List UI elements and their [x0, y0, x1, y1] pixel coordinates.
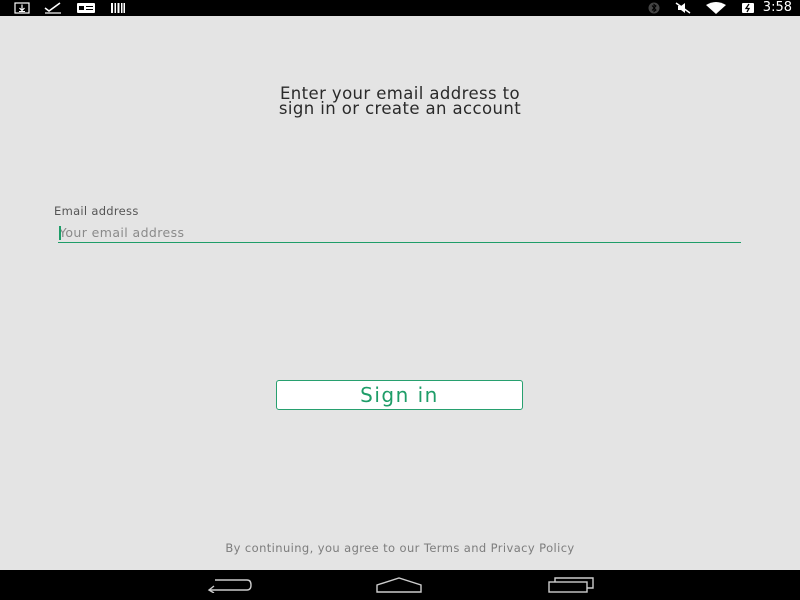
- heading-line-2: sign in or create an account: [278, 99, 522, 118]
- sign-in-screen: 3:58 Enter your email address to sign in…: [0, 0, 800, 600]
- download-icon: [14, 2, 30, 14]
- recents-button[interactable]: [546, 575, 596, 595]
- email-label: Email address: [54, 204, 139, 218]
- home-icon: [376, 577, 422, 593]
- bluetooth-icon: [648, 2, 660, 14]
- status-left-icons: [14, 0, 140, 16]
- terms-privacy-text: By continuing, you agree to our Terms an…: [225, 541, 575, 555]
- email-field[interactable]: [58, 222, 741, 243]
- navigation-bar: [0, 570, 800, 600]
- back-icon: [207, 579, 252, 593]
- home-button[interactable]: [374, 575, 424, 595]
- check-icon: [44, 2, 61, 14]
- barcode-icon: [111, 3, 125, 13]
- mute-icon: [675, 2, 691, 14]
- sign-in-button[interactable]: Sign in: [276, 380, 523, 410]
- page-heading: Enter your email address to sign in or c…: [0, 85, 800, 118]
- battery-charging-icon: [741, 3, 754, 13]
- status-right-icons: 3:58: [633, 0, 792, 16]
- back-button[interactable]: [204, 575, 254, 595]
- message-icon: [77, 3, 95, 13]
- recents-icon: [548, 577, 594, 593]
- text-cursor: [59, 226, 61, 240]
- wifi-icon: [705, 2, 726, 14]
- clock-time: 3:58: [762, 0, 792, 15]
- status-bar: 3:58: [0, 0, 800, 16]
